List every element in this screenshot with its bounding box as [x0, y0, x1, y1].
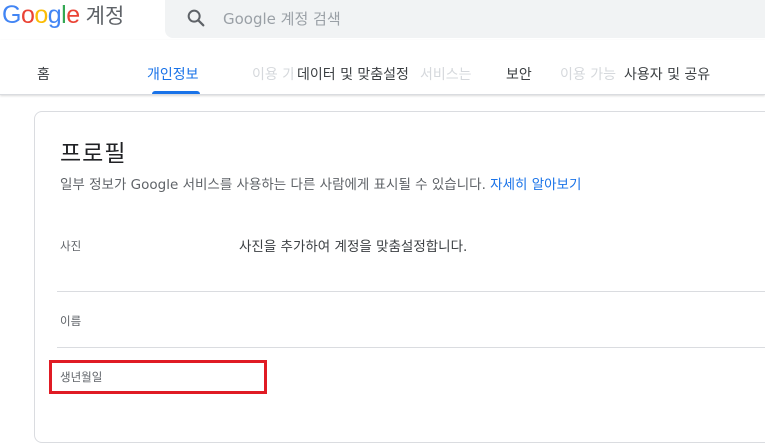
search-input[interactable]: Google 계정 검색: [223, 8, 341, 29]
photo-label: 사진: [60, 239, 82, 253]
google-account-logo[interactable]: Google 계정: [2, 0, 124, 30]
tab-personal-info[interactable]: 개인정보: [147, 64, 199, 84]
birthday-highlight-box: [49, 360, 267, 394]
tab-data-personalization[interactable]: 데이터 및 맞춤설정: [293, 64, 413, 84]
search-bar[interactable]: Google 계정 검색: [165, 0, 765, 38]
profile-title: 프로필: [60, 141, 127, 167]
active-tab-indicator: [152, 91, 200, 94]
app-header: Google 계정 Google 계정 검색: [0, 0, 765, 40]
search-icon[interactable]: [185, 7, 207, 29]
profile-description-text: 일부 정보가 Google 서비스를 사용하는 다른 사람에게 표시될 수 있습…: [60, 177, 486, 193]
divider: [57, 291, 765, 292]
tab-home[interactable]: 홈: [37, 64, 50, 84]
learn-more-link[interactable]: 자세히 알아보기: [490, 177, 581, 193]
tab-people-sharing[interactable]: 사용자 및 공유: [620, 64, 715, 84]
google-logo-text: Google: [2, 1, 80, 29]
nav-tabs: 이용 가능 서비스는 이용 가능 홈 개인정보 데이터 및 맞춤설정 보안 사용…: [0, 40, 765, 95]
tab-ghost-text: 서비스는: [420, 67, 472, 83]
divider: [57, 347, 765, 348]
profile-description: 일부 정보가 Google 서비스를 사용하는 다른 사람에게 표시될 수 있습…: [60, 173, 581, 193]
tab-ghost-text: 이용 가능: [560, 67, 616, 83]
tab-security[interactable]: 보안: [502, 64, 536, 84]
name-label[interactable]: 이름: [60, 313, 81, 329]
photo-value[interactable]: 사진을 추가하여 계정을 맞춤설정합니다.: [239, 235, 467, 255]
logo-suffix: 계정: [85, 4, 125, 28]
